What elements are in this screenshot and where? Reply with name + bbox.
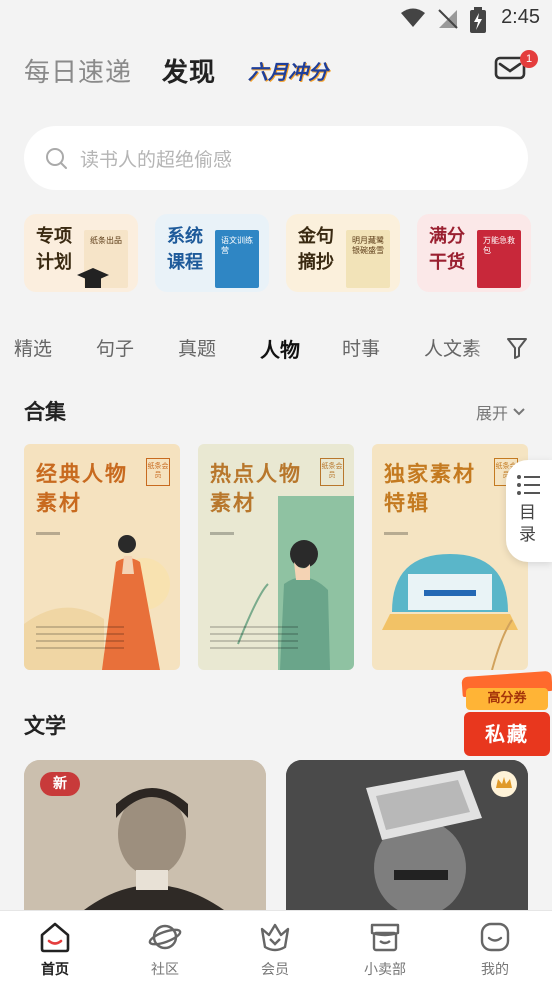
coupon-promo[interactable]: 高分券 私藏 xyxy=(461,670,552,760)
crown-badge-icon xyxy=(491,771,517,797)
decor-line xyxy=(384,532,408,535)
feature-system-course[interactable]: 系统课程 语文训练营 xyxy=(155,214,269,292)
collection-card[interactable]: 经典人物素材 纸条会员 xyxy=(24,444,180,670)
feature-label: 满分干货 xyxy=(429,226,465,273)
home-icon xyxy=(40,922,70,953)
clock: 2:45 xyxy=(501,6,540,28)
search-icon xyxy=(46,148,67,169)
vip-crown-icon xyxy=(260,923,290,952)
feature-golden-quotes[interactable]: 金句摘抄 明月藏鹭 银碗盛雪 xyxy=(286,214,400,292)
nav-community[interactable]: 社区 xyxy=(110,911,220,983)
nav-profile[interactable]: 我的 xyxy=(440,911,550,983)
collection-title: 热点人物素材 xyxy=(210,462,302,515)
filter-icon[interactable] xyxy=(506,336,528,360)
bottom-nav: 首页 社区 会员 小卖部 我的 xyxy=(0,910,552,983)
decor-line xyxy=(210,532,234,535)
category-tab[interactable]: 时事 xyxy=(342,334,380,361)
table-of-contents-button[interactable]: 目录 xyxy=(506,460,552,562)
nav-shop[interactable]: 小卖部 xyxy=(330,911,440,983)
category-tab-active[interactable]: 人物 xyxy=(260,334,300,363)
new-badge: 新 xyxy=(40,772,80,796)
no-signal-icon xyxy=(438,9,458,29)
search-bar[interactable]: 读书人的超绝偷感 xyxy=(24,126,528,190)
feature-label: 专项计划 xyxy=(36,226,72,273)
planet-icon xyxy=(148,924,182,950)
nav-label: 小卖部 xyxy=(364,962,406,978)
graduation-cap-icon xyxy=(77,268,109,288)
literature-card[interactable]: 新 xyxy=(24,760,266,910)
tab-june-campaign[interactable]: 六月冲分 xyxy=(248,56,328,85)
feature-label: 金句摘抄 xyxy=(298,226,334,273)
expand-button[interactable]: 展开 xyxy=(476,400,526,424)
promo-bottom-label: 私藏 xyxy=(464,712,550,756)
collections-carousel: 经典人物素材 纸条会员 热点人物素材 纸条会员 独家素材特辑 纸条会员 xyxy=(24,444,552,670)
shop-icon xyxy=(370,923,400,952)
feature-special-plan[interactable]: 专项计划 纸条出品 xyxy=(24,214,138,292)
book-cover: 万能急救包 xyxy=(477,230,521,288)
status-bar: 2:45 xyxy=(0,0,552,40)
category-tabs: 精选 句子 真题 人物 时事 人文素 xyxy=(0,330,552,366)
tab-discover[interactable]: 发现 xyxy=(162,52,216,89)
expand-label: 展开 xyxy=(475,404,508,423)
nav-label: 会员 xyxy=(261,962,289,978)
text-lines xyxy=(210,626,298,654)
toc-label: 目录 xyxy=(519,503,536,545)
profile-icon xyxy=(480,922,510,952)
category-tab[interactable]: 句子 xyxy=(96,334,134,361)
tab-daily[interactable]: 每日速递 xyxy=(24,52,132,89)
list-icon xyxy=(517,475,540,495)
member-seal: 纸条会员 xyxy=(146,458,170,486)
mail-badge: 1 xyxy=(520,50,538,68)
book-cover: 明月藏鹭 银碗盛雪 xyxy=(346,230,390,288)
section-title-collections: 合集 xyxy=(24,400,66,424)
category-tab[interactable]: 真题 xyxy=(178,334,216,361)
decor-line xyxy=(36,532,60,535)
collection-card[interactable]: 热点人物素材 纸条会员 xyxy=(198,444,354,670)
mail-button[interactable]: 1 xyxy=(494,50,538,86)
literature-list: 新 xyxy=(24,760,528,910)
chevron-down-icon xyxy=(513,408,525,416)
search-placeholder: 读书人的超绝偷感 xyxy=(80,148,233,171)
collection-title: 独家素材特辑 xyxy=(384,462,476,515)
nav-label: 社区 xyxy=(151,962,179,978)
promo-top-label: 高分券 xyxy=(466,688,548,710)
feature-shortcuts: 专项计划 纸条出品 系统课程 语文训练营 金句摘抄 明月藏鹭 银碗盛雪 满分干货… xyxy=(24,214,534,292)
category-tab[interactable]: 精选 xyxy=(14,334,52,361)
nav-home[interactable]: 首页 xyxy=(0,911,110,983)
header-tabs: 每日速递 发现 六月冲分 xyxy=(24,48,358,92)
literature-card[interactable] xyxy=(286,760,528,910)
nav-label: 我的 xyxy=(481,962,509,978)
wifi-icon xyxy=(401,8,425,27)
nav-member[interactable]: 会员 xyxy=(220,911,330,983)
member-seal: 纸条会员 xyxy=(320,458,344,486)
collection-card[interactable]: 独家素材特辑 纸条会员 xyxy=(372,444,528,670)
collection-title: 经典人物素材 xyxy=(36,462,128,515)
feature-full-score-tips[interactable]: 满分干货 万能急救包 xyxy=(417,214,531,292)
section-title-literature: 文学 xyxy=(24,714,66,738)
book-cover: 语文训练营 xyxy=(215,230,259,288)
tab-fade xyxy=(470,330,500,366)
battery-icon xyxy=(470,7,486,33)
text-lines xyxy=(36,626,124,654)
feature-label: 系统课程 xyxy=(167,226,203,273)
nav-label: 首页 xyxy=(41,962,69,978)
